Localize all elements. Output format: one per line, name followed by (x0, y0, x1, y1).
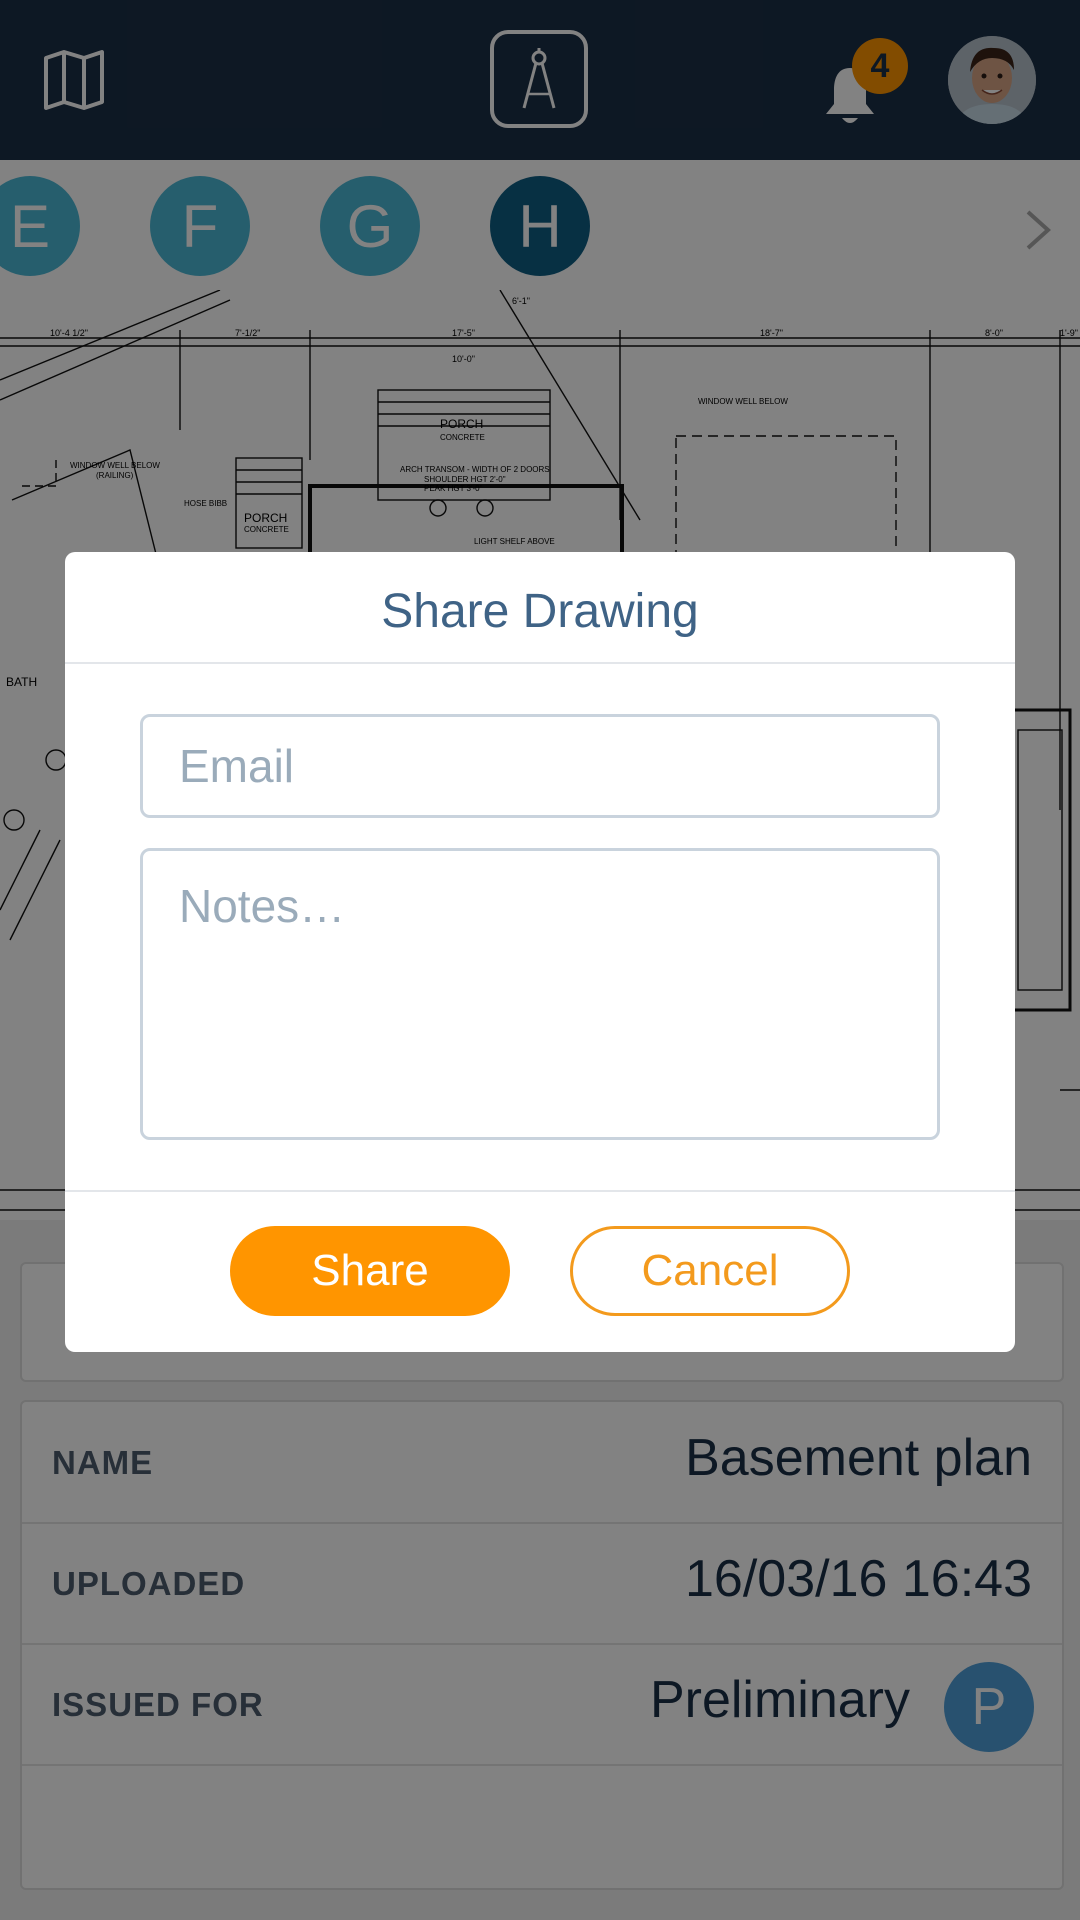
share-drawing-dialog: Share Drawing Share Cancel (65, 552, 1015, 1352)
email-input[interactable] (143, 717, 937, 815)
notes-field[interactable] (140, 848, 940, 1140)
cancel-button[interactable]: Cancel (570, 1226, 850, 1316)
dialog-title: Share Drawing (381, 585, 699, 638)
divider (65, 1190, 1015, 1192)
divider (65, 662, 1015, 664)
share-button[interactable]: Share (230, 1226, 510, 1316)
notes-input[interactable] (143, 851, 937, 1137)
email-field[interactable] (140, 714, 940, 818)
